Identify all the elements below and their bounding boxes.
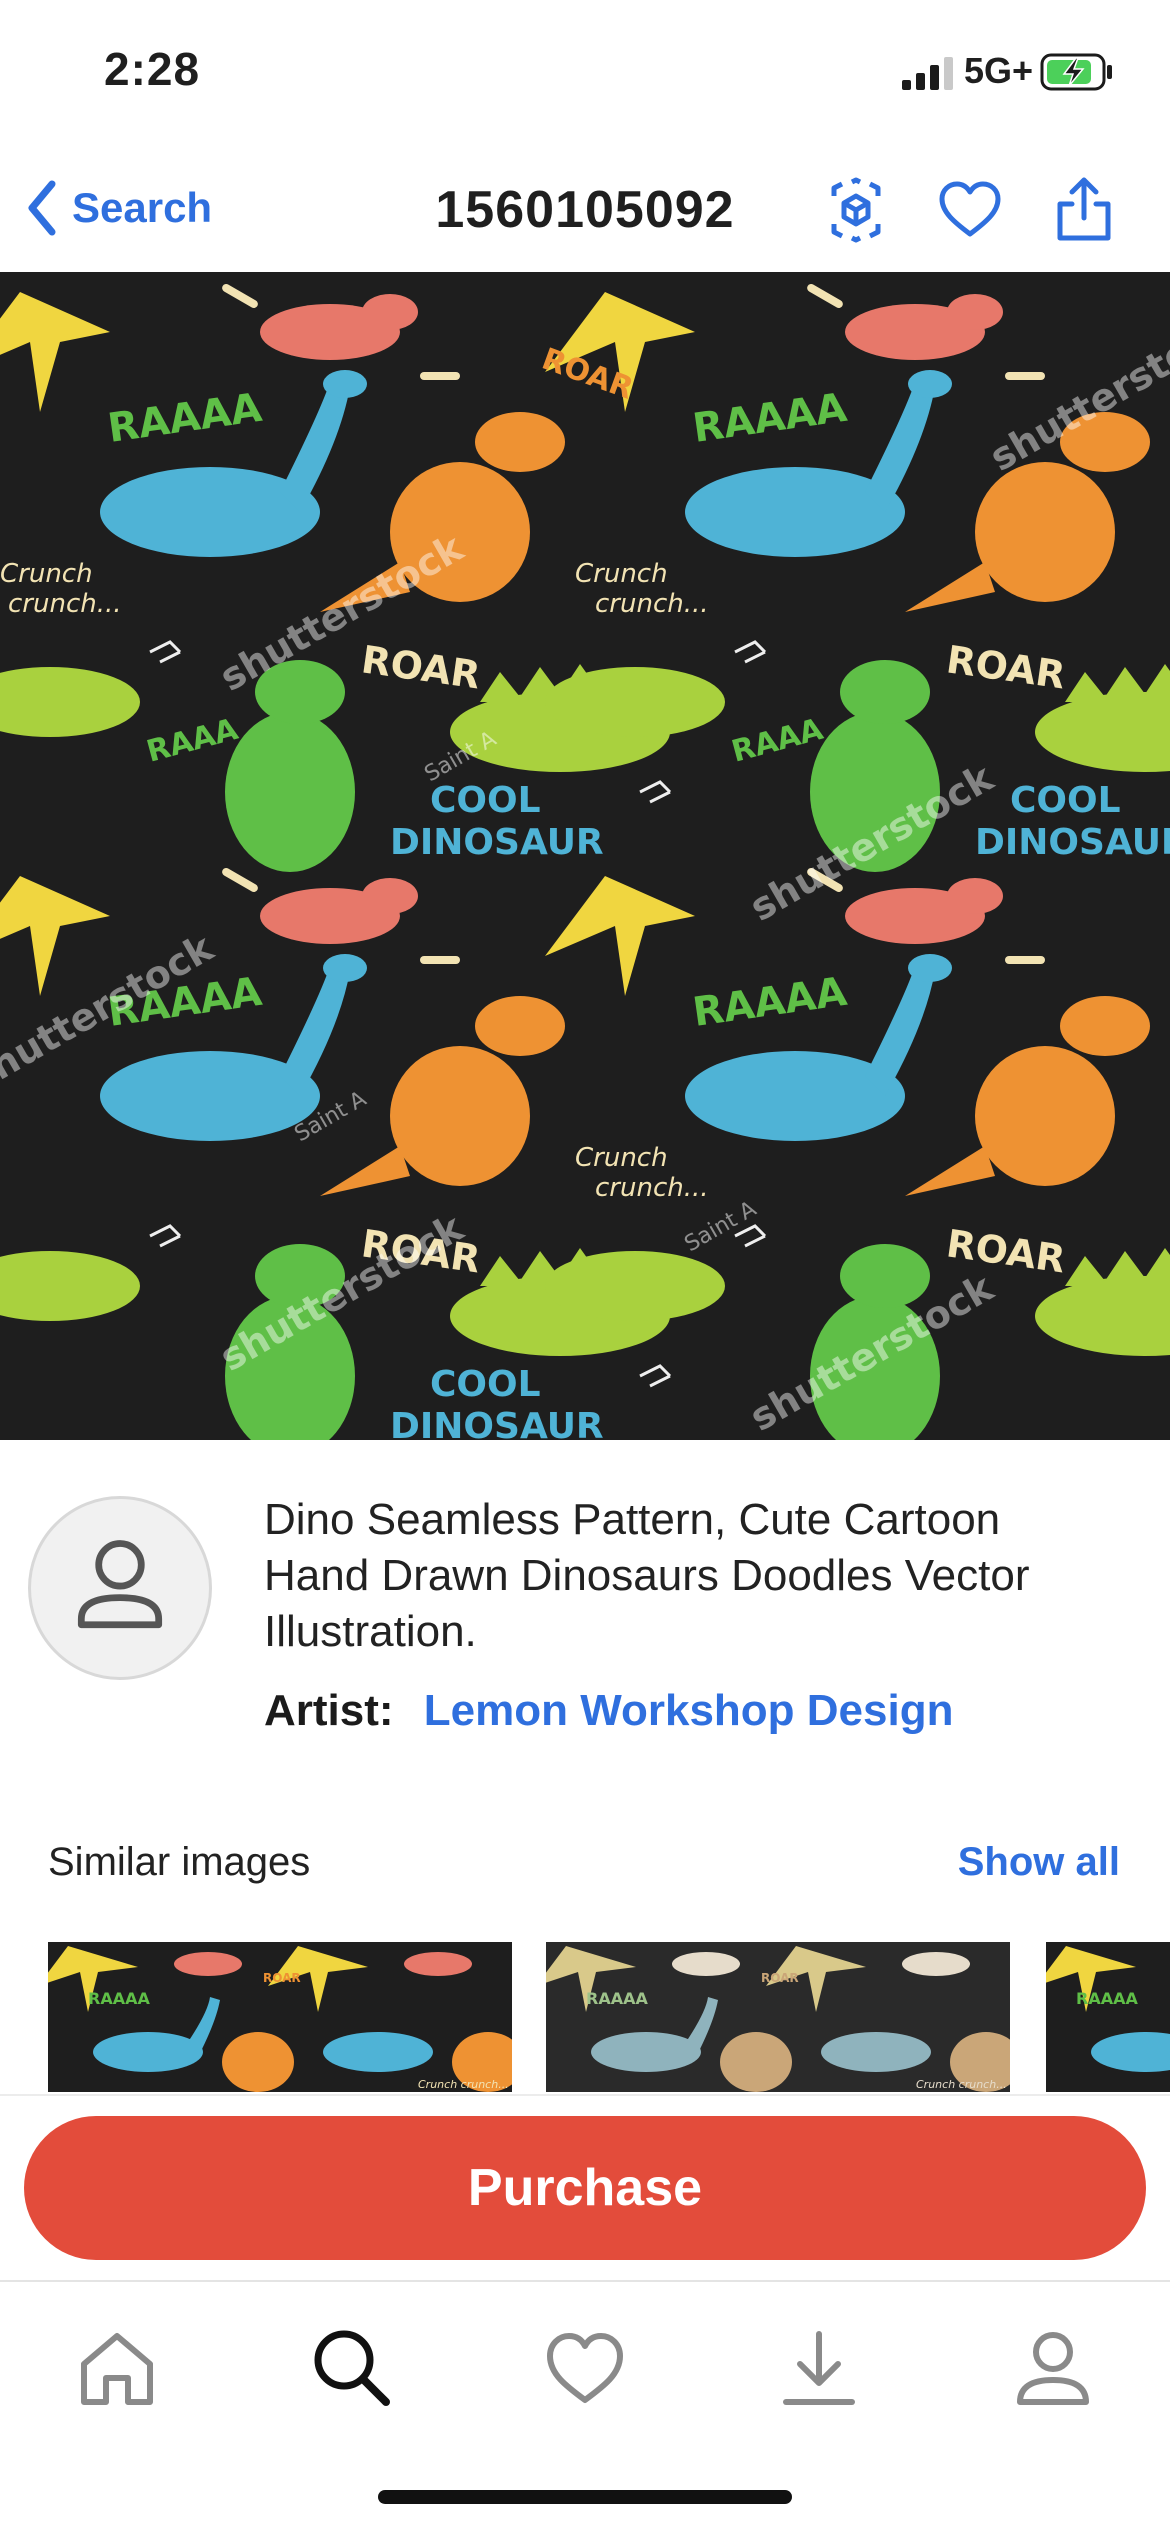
thumbnail-word: Crunch crunch... (418, 2078, 509, 2091)
pattern-word: crunch... (595, 1173, 709, 1203)
search-icon (314, 2330, 390, 2406)
thumbnail-image: RAAAA (1046, 1942, 1170, 2092)
dinosaur-pattern-image: RAAAA RAAAA RAAAA RAAAA ROAR ROAR ROAR R… (0, 272, 1170, 1440)
pattern-word: DINOSAUR (975, 822, 1170, 863)
pattern-word: Crunch (575, 1143, 668, 1173)
home-icon (81, 2333, 153, 2405)
tab-downloads[interactable] (774, 2322, 864, 2412)
favorite-button[interactable] (934, 174, 1006, 246)
thumbnail-word: Crunch crunch... (916, 2078, 1007, 2091)
pattern-word: Crunch (575, 559, 668, 589)
artist-link[interactable]: Lemon Workshop Design (424, 1686, 954, 1735)
image-description: Dino Seamless Pattern, Cute Cartoon Hand… (264, 1495, 1030, 1656)
thumbnail-word: ROAR (761, 1971, 799, 1985)
status-bar: 2:28 5G+ (0, 0, 1170, 140)
pattern-word: DINOSAUR (390, 1406, 604, 1440)
downloads-icon (783, 2331, 855, 2405)
artist-row: Artist: Lemon Workshop Design (264, 1686, 953, 1736)
similar-thumbnail[interactable]: RAAAA (1046, 1942, 1170, 2092)
similar-thumbnail[interactable]: RAAAA ROAR Crunch crunch... (48, 1942, 512, 2092)
artist-avatar[interactable] (28, 1496, 212, 1680)
similar-images-heading: Similar images (48, 1840, 311, 1884)
nav-bar: Search 1560105092 (0, 160, 1170, 270)
thumbnail-word: RAAAA (1076, 1989, 1138, 2008)
battery-charging-icon (1040, 53, 1112, 91)
thumbnail-image: RAAAA ROAR Crunch crunch... (546, 1942, 1010, 2092)
thumbnail-word: ROAR (263, 1971, 301, 1985)
purchase-button[interactable]: Purchase (24, 2116, 1146, 2260)
thumbnail-image: RAAAA ROAR Crunch crunch... (48, 1942, 512, 2092)
pattern-word: crunch... (8, 589, 122, 619)
pattern-word: COOL (430, 1364, 541, 1405)
home-indicator[interactable] (378, 2490, 792, 2504)
purchase-bar: Purchase (0, 2094, 1170, 2278)
similar-images-strip[interactable]: RAAAA ROAR Crunch crunch... RAAAA ROAR C… (0, 1942, 1170, 2092)
share-icon (1057, 177, 1111, 241)
thumbnail-word: RAAAA (586, 1989, 648, 2008)
tab-account[interactable] (1008, 2322, 1098, 2412)
favorites-icon (547, 2333, 623, 2403)
pattern-word: COOL (430, 780, 541, 821)
share-button[interactable] (1048, 174, 1120, 246)
ar-view-button[interactable] (820, 174, 892, 246)
show-all-link[interactable]: Show all (958, 1840, 1120, 1885)
pattern-word: crunch... (595, 589, 709, 619)
signal-icon (902, 57, 953, 90)
tab-favorites[interactable] (540, 2322, 630, 2412)
network-label: 5G+ (964, 50, 1034, 91)
tab-home[interactable] (72, 2322, 162, 2412)
thumbnail-word: RAAAA (88, 1989, 150, 2008)
account-icon (1017, 2332, 1089, 2405)
stock-image-preview[interactable]: RAAAA RAAAA RAAAA RAAAA ROAR ROAR ROAR R… (0, 272, 1170, 1440)
similar-thumbnail[interactable]: RAAAA ROAR Crunch crunch... (546, 1942, 1010, 2092)
user-icon (77, 1540, 163, 1629)
ar-view-icon (831, 177, 881, 243)
pattern-word: DINOSAUR (390, 822, 604, 863)
tab-search[interactable] (306, 2322, 396, 2412)
artist-label: Artist: (264, 1686, 394, 1735)
pattern-word: Crunch (0, 559, 93, 589)
clock: 2:28 (104, 43, 201, 95)
heart-icon (939, 181, 1001, 237)
pattern-word: COOL (1010, 780, 1121, 821)
